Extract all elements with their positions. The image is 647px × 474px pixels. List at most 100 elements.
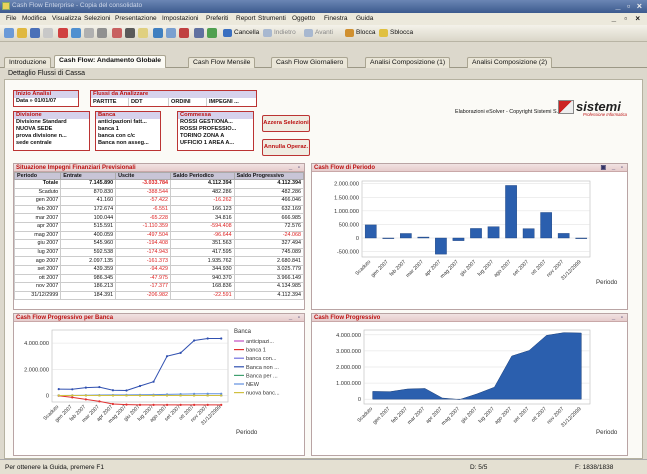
new-icon[interactable] [4,28,14,38]
commessa-item[interactable]: UFFICIO 1 AREA A... [178,140,253,147]
delete-icon[interactable] [179,28,189,38]
inizio-analisi-value[interactable]: Data » 01/01/07 [14,98,78,105]
banca-listbox[interactable]: Banca anticipazioni fatt... banca 1 banc… [95,111,161,151]
menu-report[interactable]: Report [236,15,256,22]
back-button[interactable]: Indietro [262,28,298,39]
chart-title: Cash Flow Progressivo [314,315,381,321]
cell-saldo-periodico: 166.123 [170,204,235,215]
divisione-item[interactable]: sede centrale [14,140,89,147]
table-row[interactable]: gen 2007 41.160 -57.422 -16.262 466.046 [13,196,305,206]
data-point [84,394,87,397]
tab-analisi-composizione-1[interactable]: Analisi Composizione (1) [365,57,451,68]
save-icon[interactable] [30,28,40,38]
window-controls[interactable]: _ ▫ × [616,1,644,11]
tab-cash-flow-mensile[interactable]: Cash Flow Mensile [188,57,256,68]
menu-strumenti[interactable]: Strumenti [258,15,286,22]
divisione-item[interactable]: Divisione Standard [14,119,89,126]
table-row[interactable]: ago 2007 2.097.135 -161.373 1.935.762 2.680.… [13,256,305,266]
copy-icon[interactable] [71,28,81,38]
bookmark-icon[interactable] [112,28,122,38]
banca-item[interactable]: anticipazioni fatt... [96,119,160,126]
menu-presentazione[interactable]: Presentazione [115,15,157,22]
table-icon[interactable] [125,28,135,38]
menu-oggetto[interactable]: Oggetto [292,15,315,22]
divisione-item[interactable]: NUOVA SEDE [14,126,89,133]
table-row[interactable]: mar 2007 100.044 -65.228 34.816 666.985 [13,213,305,223]
banca-item[interactable]: banca 1 [96,126,160,133]
redo-icon[interactable] [97,28,107,38]
y-tick-label: 0 [46,393,49,399]
menu-impostazioni[interactable]: Impostazioni [162,15,199,22]
flussi-ddt[interactable]: DDT [129,98,169,106]
undo-icon[interactable] [84,28,94,38]
tab-andamento-globale[interactable]: Cash Flow: Andamento Globale [54,55,167,68]
menu-visualizza[interactable]: Visualizza [52,15,81,22]
panel-controls[interactable]: _ ▫ [612,314,625,322]
edit-icon[interactable] [58,28,68,38]
flussi-impegni[interactable]: IMPEGNI ... [207,98,256,106]
banca-item[interactable]: Banca non asseg... [96,140,160,147]
cell-saldo-periodico: -96.644 [170,230,235,241]
panel-controls[interactable]: _ ▫ [289,314,302,322]
inizio-analisi-box[interactable]: Inizio Analisi Data » 01/01/07 [13,90,79,107]
x-tick-label: mar 2007 [405,259,425,279]
cancella-button[interactable]: Cancella [222,28,261,39]
menu-preferiti[interactable]: Preferiti [206,15,228,22]
menu-modifica[interactable]: Modifica [22,15,46,22]
commessa-item[interactable]: TORINO ZONA A [178,133,253,140]
table-row[interactable]: ott 2007 986.345 -47.975 940.370 3.966.149 [13,273,305,284]
flussi-ordini[interactable]: ORDINI [169,98,207,106]
col-uscite[interactable]: Uscite [115,172,172,180]
app-icon [2,2,10,10]
help-icon[interactable] [207,28,217,38]
legend-item: banca 1 [246,348,266,354]
divisione-item[interactable]: prova divisione n... [14,133,89,140]
azzera-selezioni-button[interactable]: Azzera Selezioni [262,115,310,132]
table-row[interactable]: nov 2007 186.213 -17.377 168.836 4.134.985 [13,282,305,292]
data-point [125,394,128,397]
open-icon[interactable] [17,28,27,38]
cell-uscite: -194.408 [115,239,172,249]
sblocca-button[interactable]: Sblocca [378,28,415,39]
menu-selezioni[interactable]: Selezioni [84,15,110,22]
table-row[interactable]: mag 2007 400.059 -497.504 -96.644 -24.068 [13,230,305,241]
banca-item[interactable]: banca con c/c [96,133,160,140]
commessa-item[interactable]: ROSSI PROFESSIO... [178,126,253,133]
menu-guida[interactable]: Guida [356,15,373,22]
zoom-icon[interactable] [166,28,176,38]
cell-uscite: -174.943 [115,247,172,258]
filter-icon[interactable] [138,28,148,38]
mdi-controls[interactable]: _ ▫ × [612,14,643,23]
col-periodo[interactable]: Periodo [13,172,62,180]
forward-button[interactable]: Avanti [303,28,335,39]
tab-introduzione[interactable]: Introduzione [4,57,52,68]
table-row[interactable]: Totale 7.145.890 -3.033.784 4.112.394 4.112.… [13,179,305,189]
table-row[interactable]: lug 2007 592.538 -174.943 417.595 745.089 [13,247,305,258]
menu-file[interactable]: File [6,15,16,22]
menu-finestra[interactable]: Finestra [324,15,347,22]
table-row[interactable]: set 2007 439.359 -94.429 344.930 3.025.779 [13,264,305,275]
col-saldo-periodico[interactable]: Saldo Periodico [170,172,235,180]
print-icon[interactable] [43,28,53,38]
table-row[interactable]: Scaduto 870.830 -388.544 482.286 482.286 [13,187,305,198]
panel-controls[interactable]: ▣ _ ▫ [601,164,625,172]
annulla-operazione-button[interactable]: Annulla Operaz. [262,139,310,156]
col-entrate[interactable]: Entrate [60,172,117,180]
table-row[interactable]: apr 2007 515.591 -1.110.359 -594.408 72.576 [13,221,305,232]
chart-icon[interactable] [153,28,163,38]
options-icon[interactable] [194,28,204,38]
blocca-button[interactable]: Blocca [344,28,378,39]
table-row[interactable]: 31/12/2999 184.391 -206.982 -22.591 4.112.39… [13,290,305,301]
divisione-listbox[interactable]: Divisione Divisione Standard NUOVA SEDE … [13,111,90,151]
commessa-item[interactable]: ROSSI GESTIONA... [178,119,253,126]
data-point [193,339,196,342]
table-row[interactable]: giu 2007 545.960 -194.408 351.563 327.494 [13,239,305,249]
col-saldo-progressivo[interactable]: Saldo Progressivo [233,172,305,180]
tab-analisi-composizione-2[interactable]: Analisi Composizione (2) [467,57,553,68]
commessa-listbox[interactable]: Commessa ROSSI GESTIONA... ROSSI PROFESS… [177,111,254,151]
flussi-partite[interactable]: PARTITE [91,98,129,106]
table-row[interactable]: feb 2007 172.674 -6.551 166.123 632.169 [13,204,305,215]
impegni-panel-controls[interactable]: _ ▫ [289,164,302,172]
x-tick-label: giu 2007 [460,406,478,424]
tab-cash-flow-giornaliero[interactable]: Cash Flow Giornaliero [271,57,349,68]
